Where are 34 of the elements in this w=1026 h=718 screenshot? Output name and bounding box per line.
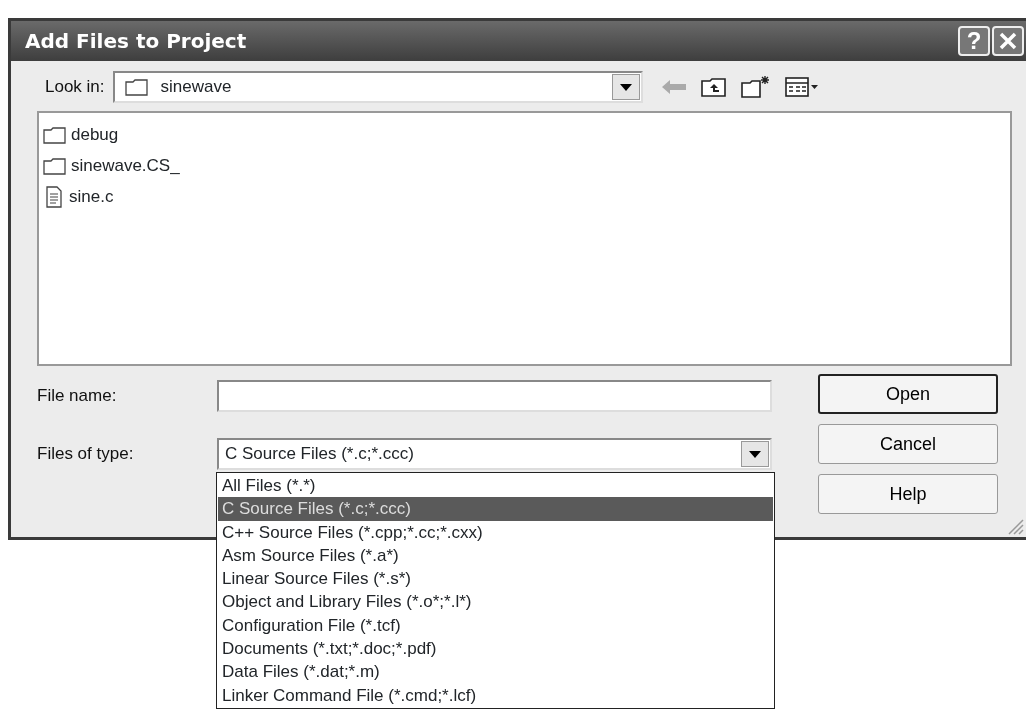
file-type-option[interactable]: C Source Files (*.c;*.ccc): [218, 497, 773, 521]
file-type-option[interactable]: C++ Source Files (*.cpp;*.cc;*.cxx): [218, 520, 773, 544]
file-name-label: File name:: [37, 385, 118, 408]
resize-grip-icon[interactable]: [1006, 517, 1024, 535]
open-button[interactable]: Open: [818, 374, 998, 414]
folder-name[interactable]: debug: [71, 121, 119, 148]
window-title: Add Files to Project: [25, 28, 248, 55]
look-in-label: Look in:: [45, 76, 105, 99]
help-button[interactable]: Help: [818, 474, 998, 514]
help-button[interactable]: ?: [958, 26, 990, 56]
file-type-option[interactable]: Documents (*.txt;*.doc;*.pdf): [218, 637, 773, 661]
file-type-option[interactable]: Asm Source Files (*.a*): [218, 543, 773, 568]
folder-icon: [43, 125, 67, 144]
folder-name[interactable]: sinewave.CS_: [71, 152, 180, 179]
close-icon: [998, 31, 1018, 51]
file-name-field[interactable]: [217, 380, 772, 412]
file-type-option[interactable]: Data Files (*.dat;*.m): [218, 660, 773, 684]
view-menu-icon[interactable]: [784, 77, 819, 97]
file-name[interactable]: sine.c: [69, 183, 114, 210]
up-folder-icon[interactable]: [700, 76, 727, 98]
folder-icon: [124, 78, 149, 96]
new-folder-icon[interactable]: [740, 75, 771, 99]
file-type-option[interactable]: Configuration File (*.tcf): [218, 613, 773, 638]
file-type-option[interactable]: All Files (*.*): [218, 474, 773, 498]
file-type-option[interactable]: Linear Source Files (*.s*): [218, 567, 773, 591]
cancel-button[interactable]: Cancel: [818, 424, 998, 464]
file-type-label: Files of type:: [37, 443, 135, 466]
close-button[interactable]: [992, 26, 1024, 56]
file-type-dropdown[interactable]: C Source Files (*.c;*.ccc): [217, 438, 772, 470]
file-type-option[interactable]: Linker Command File (*.cmd;*.lcf): [218, 683, 773, 707]
folder-icon: [43, 156, 67, 175]
document-icon: [43, 185, 65, 208]
look-in-dropdown[interactable]: sinewave: [112, 71, 643, 103]
file-type-option[interactable]: Object and Library Files (*.o*;*.l*): [218, 590, 773, 614]
